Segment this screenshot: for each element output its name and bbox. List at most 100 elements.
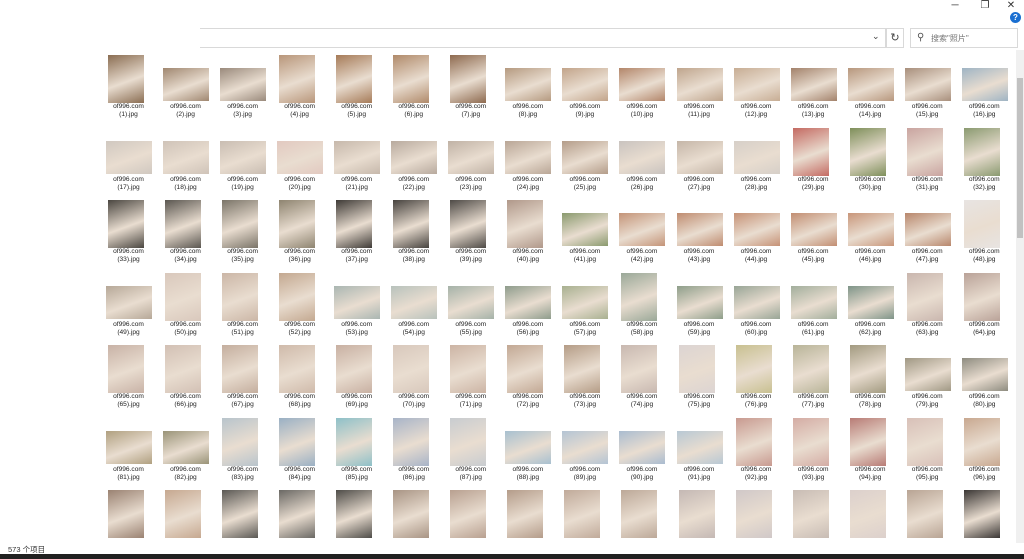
file-item[interactable] <box>157 487 214 543</box>
file-item[interactable]: of996.com (6).jpg <box>385 52 442 124</box>
file-item[interactable]: of996.com (50).jpg <box>157 270 214 342</box>
file-item[interactable] <box>728 487 785 543</box>
file-item[interactable]: of996.com (19).jpg <box>214 125 271 197</box>
file-item[interactable]: of996.com (55).jpg <box>442 270 499 342</box>
file-item[interactable]: of996.com (17).jpg <box>100 125 157 197</box>
file-item[interactable]: of996.com (59).jpg <box>671 270 728 342</box>
file-item[interactable]: of996.com (58).jpg <box>613 270 670 342</box>
file-item[interactable] <box>271 487 328 543</box>
file-item[interactable]: of996.com (71).jpg <box>442 342 499 414</box>
file-item[interactable]: of996.com (24).jpg <box>499 125 556 197</box>
file-item[interactable]: of996.com (91).jpg <box>671 415 728 487</box>
file-item[interactable]: of996.com (70).jpg <box>385 342 442 414</box>
file-item[interactable]: of996.com (14).jpg <box>842 52 899 124</box>
file-item[interactable]: of996.com (47).jpg <box>899 197 956 269</box>
file-item[interactable]: of996.com (10).jpg <box>613 52 670 124</box>
address-history-chevron-icon[interactable]: ⌄ <box>872 31 880 42</box>
file-item[interactable]: of996.com (5).jpg <box>328 52 385 124</box>
file-item[interactable]: of996.com (34).jpg <box>157 197 214 269</box>
file-item[interactable]: of996.com (89).jpg <box>556 415 613 487</box>
file-item[interactable] <box>785 487 842 543</box>
file-item[interactable]: of996.com (52).jpg <box>271 270 328 342</box>
file-item[interactable]: of996.com (54).jpg <box>385 270 442 342</box>
file-item[interactable]: of996.com (57).jpg <box>556 270 613 342</box>
minimize-button[interactable]: ─ <box>940 0 970 12</box>
file-item[interactable]: of996.com (49).jpg <box>100 270 157 342</box>
file-item[interactable] <box>100 487 157 543</box>
file-item[interactable] <box>842 487 899 543</box>
file-item[interactable]: of996.com (20).jpg <box>271 125 328 197</box>
file-item[interactable]: of996.com (36).jpg <box>271 197 328 269</box>
file-item[interactable] <box>899 487 956 543</box>
file-item[interactable]: of996.com (7).jpg <box>442 52 499 124</box>
file-view[interactable]: of996.com (1).jpg of996.com (2).jpg of996.co… <box>0 50 1016 543</box>
file-item[interactable]: of996.com (73).jpg <box>556 342 613 414</box>
file-item[interactable]: of996.com (90).jpg <box>613 415 670 487</box>
address-bar[interactable] <box>200 28 886 48</box>
file-item[interactable]: of996.com (8).jpg <box>499 52 556 124</box>
file-item[interactable]: of996.com (35).jpg <box>214 197 271 269</box>
file-item[interactable]: of996.com (74).jpg <box>613 342 670 414</box>
file-item[interactable]: of996.com (51).jpg <box>214 270 271 342</box>
file-item[interactable]: of996.com (56).jpg <box>499 270 556 342</box>
file-item[interactable]: of996.com (26).jpg <box>613 125 670 197</box>
vertical-scrollbar[interactable] <box>1016 50 1024 543</box>
file-item[interactable]: of996.com (41).jpg <box>556 197 613 269</box>
file-item[interactable]: of996.com (11).jpg <box>671 52 728 124</box>
file-item[interactable]: of996.com (31).jpg <box>899 125 956 197</box>
close-button[interactable]: ✕ <box>996 0 1024 12</box>
file-item[interactable]: of996.com (1).jpg <box>100 52 157 124</box>
file-item[interactable]: of996.com (78).jpg <box>842 342 899 414</box>
file-item[interactable] <box>671 487 728 543</box>
file-item[interactable]: of996.com (79).jpg <box>899 342 956 414</box>
file-item[interactable]: of996.com (76).jpg <box>728 342 785 414</box>
file-item[interactable]: of996.com (94).jpg <box>842 415 899 487</box>
file-item[interactable]: of996.com (42).jpg <box>613 197 670 269</box>
file-item[interactable]: of996.com (75).jpg <box>671 342 728 414</box>
file-item[interactable]: of996.com (64).jpg <box>956 270 1013 342</box>
file-item[interactable]: of996.com (86).jpg <box>385 415 442 487</box>
refresh-button[interactable]: ↻ <box>886 28 904 48</box>
file-item[interactable]: of996.com (80).jpg <box>956 342 1013 414</box>
file-item[interactable]: of996.com (67).jpg <box>214 342 271 414</box>
file-item[interactable]: of996.com (9).jpg <box>556 52 613 124</box>
file-item[interactable] <box>613 487 670 543</box>
file-item[interactable] <box>956 487 1013 543</box>
file-item[interactable]: of996.com (65).jpg <box>100 342 157 414</box>
file-item[interactable]: of996.com (2).jpg <box>157 52 214 124</box>
file-item[interactable]: of996.com (63).jpg <box>899 270 956 342</box>
file-item[interactable]: of996.com (12).jpg <box>728 52 785 124</box>
file-item[interactable]: of996.com (72).jpg <box>499 342 556 414</box>
file-item[interactable]: of996.com (38).jpg <box>385 197 442 269</box>
file-item[interactable]: of996.com (62).jpg <box>842 270 899 342</box>
file-item[interactable]: of996.com (18).jpg <box>157 125 214 197</box>
file-item[interactable]: of996.com (3).jpg <box>214 52 271 124</box>
file-item[interactable]: of996.com (48).jpg <box>956 197 1013 269</box>
file-item[interactable]: of996.com (43).jpg <box>671 197 728 269</box>
file-item[interactable] <box>499 487 556 543</box>
file-item[interactable]: of996.com (32).jpg <box>956 125 1013 197</box>
file-item[interactable] <box>556 487 613 543</box>
file-item[interactable]: of996.com (88).jpg <box>499 415 556 487</box>
file-item[interactable]: of996.com (84).jpg <box>271 415 328 487</box>
file-item[interactable]: of996.com (21).jpg <box>328 125 385 197</box>
file-item[interactable]: of996.com (37).jpg <box>328 197 385 269</box>
file-item[interactable]: of996.com (28).jpg <box>728 125 785 197</box>
file-item[interactable]: of996.com (61).jpg <box>785 270 842 342</box>
file-item[interactable]: of996.com (96).jpg <box>956 415 1013 487</box>
file-item[interactable]: of996.com (77).jpg <box>785 342 842 414</box>
file-item[interactable]: of996.com (44).jpg <box>728 197 785 269</box>
file-item[interactable]: of996.com (68).jpg <box>271 342 328 414</box>
file-item[interactable]: of996.com (16).jpg <box>956 52 1013 124</box>
file-item[interactable]: of996.com (4).jpg <box>271 52 328 124</box>
file-item[interactable]: of996.com (85).jpg <box>328 415 385 487</box>
file-item[interactable]: of996.com (92).jpg <box>728 415 785 487</box>
file-item[interactable]: of996.com (40).jpg <box>499 197 556 269</box>
file-item[interactable]: of996.com (45).jpg <box>785 197 842 269</box>
search-input[interactable] <box>931 31 1015 45</box>
file-item[interactable]: of996.com (22).jpg <box>385 125 442 197</box>
file-item[interactable] <box>214 487 271 543</box>
file-item[interactable]: of996.com (69).jpg <box>328 342 385 414</box>
file-item[interactable]: of996.com (87).jpg <box>442 415 499 487</box>
file-item[interactable]: of996.com (53).jpg <box>328 270 385 342</box>
